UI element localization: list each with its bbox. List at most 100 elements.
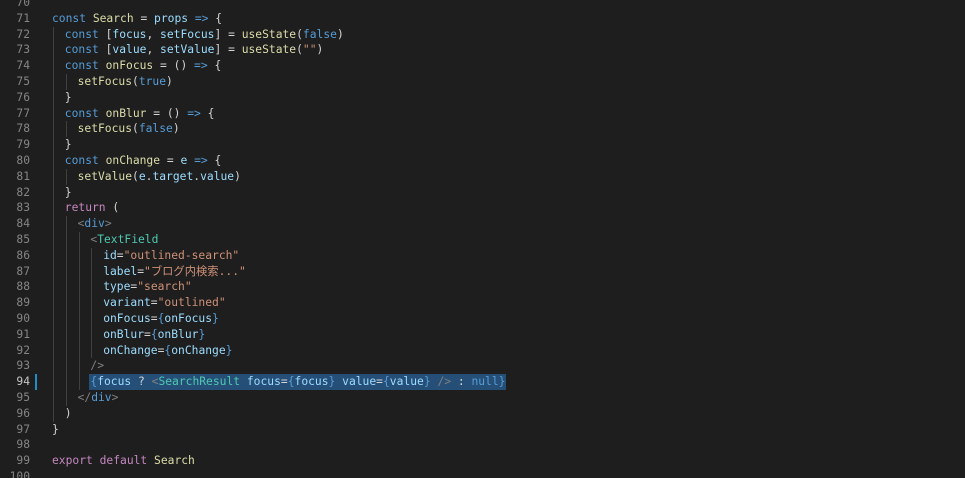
line-code: const [focus, setFocus] = useState(false… <box>65 27 344 43</box>
code-line[interactable]: 99 export default Search <box>0 453 965 469</box>
code-line[interactable]: 86 id="outlined-search" <box>0 247 965 264</box>
code-token: label <box>103 264 138 278</box>
code-line[interactable]: 79} <box>0 137 965 153</box>
code-line[interactable]: 81 setValue(e.target.value) <box>0 168 965 185</box>
code-token: "outlined-search" <box>123 248 240 262</box>
line-code: onFocus={onFocus} <box>103 311 219 327</box>
code-token: true <box>138 75 167 88</box>
code-line[interactable]: 100 <box>0 469 965 478</box>
indent-guide <box>65 326 67 343</box>
code-line[interactable]: 89 variant="outlined" <box>0 295 965 311</box>
code-token: const <box>64 43 99 57</box>
line-number: 87 <box>16 264 30 278</box>
line-code: const Search = props => { <box>52 11 222 27</box>
code-token: ) <box>336 27 344 41</box>
code-token: } <box>52 422 59 436</box>
code-token: ] = <box>214 27 242 41</box>
code-line[interactable]: 74 const onFocus = () => { <box>0 58 965 74</box>
code-token: "search" <box>137 280 192 294</box>
line-number: 72 <box>16 27 30 41</box>
indent-guide <box>78 358 80 375</box>
indent-guide <box>65 295 67 311</box>
code-token: value <box>389 375 424 389</box>
indent-guide <box>78 263 80 280</box>
indent-guide <box>78 279 80 296</box>
code-line[interactable]: 72 const [focus, setFocus] = useState(fal… <box>0 26 965 43</box>
line-number: 74 <box>16 59 30 73</box>
line-number: 76 <box>16 90 30 104</box>
code-token: props <box>154 11 189 25</box>
code-token: ) <box>64 406 72 420</box>
code-line[interactable]: 82} <box>0 184 965 201</box>
code-line[interactable]: 84 <div> <box>0 216 965 232</box>
indent-guide <box>53 326 54 343</box>
code-token: , <box>146 27 161 41</box>
code-line[interactable]: 97} <box>0 422 965 438</box>
line-number: 81 <box>16 169 30 183</box>
indent-guide <box>53 153 54 169</box>
code-line[interactable]: 93 /> <box>0 358 965 375</box>
indent-guide <box>53 168 54 185</box>
line-code: } <box>65 137 72 153</box>
indent-guide <box>53 121 54 138</box>
code-token: setFocus <box>77 75 133 88</box>
code-line[interactable]: 96) <box>0 405 965 422</box>
line-code: <div> <box>78 216 112 232</box>
code-token: { <box>382 375 390 389</box>
code-token: => <box>194 11 209 25</box>
line-number: 70 <box>16 0 30 9</box>
line-number: 75 <box>16 75 30 88</box>
line-number: 95 <box>16 391 30 404</box>
code-token: onFocus <box>105 59 154 73</box>
line-number: 80 <box>16 154 30 167</box>
code-line[interactable]: 76} <box>0 89 965 106</box>
code-line[interactable]: 91 onBlur={onBlur} <box>0 326 965 343</box>
code-token: Search <box>154 454 195 468</box>
code-line[interactable]: 94 {focus ? <SearchResult focus={focus} v… <box>0 374 965 390</box>
code-line[interactable]: 87 label="ブログ内検索..." <box>0 263 965 280</box>
code-line[interactable]: 70 <box>0 0 965 11</box>
code-token: = () <box>153 59 195 73</box>
code-token: = <box>160 154 181 167</box>
code-line[interactable]: 77 const onBlur = () => { <box>0 105 965 122</box>
code-line[interactable]: 78 setFocus(false) <box>0 121 965 138</box>
code-token: "" <box>302 43 317 57</box>
code-token: setFocus <box>160 27 215 41</box>
code-token: } <box>212 312 219 325</box>
indent-guide <box>65 279 67 296</box>
code-line[interactable]: 85 <TextField <box>0 232 965 248</box>
line-code: } <box>52 422 59 438</box>
code-token: const <box>64 27 99 41</box>
line-code: id="outlined-search" <box>103 248 239 264</box>
line-number: 92 <box>16 343 30 357</box>
code-line[interactable]: 92 onChange={onChange} <box>0 342 965 359</box>
code-line[interactable]: 88 type="search" <box>0 279 965 296</box>
code-line[interactable]: 98 <box>0 437 965 453</box>
code-line[interactable]: 90 onFocus={onFocus} <box>0 311 965 327</box>
indent-guide <box>53 374 54 390</box>
indent-guide <box>53 184 54 201</box>
code-line[interactable]: 75 setFocus(true) <box>0 74 965 90</box>
line-number: 85 <box>16 233 30 246</box>
code-line[interactable]: 71 const Search = props => { <box>0 11 965 27</box>
indent-guide <box>65 232 67 248</box>
code-line[interactable]: 83 return ( <box>0 200 965 217</box>
code-token: } <box>225 343 233 357</box>
line-number: 97 <box>16 422 30 436</box>
line-code: setFocus(true) <box>78 74 173 90</box>
code-token: const <box>52 11 87 25</box>
code-line[interactable]: 95 </div> <box>0 390 965 406</box>
indent-guide <box>53 200 54 217</box>
indent-guide <box>78 311 80 327</box>
code-editor[interactable]: 70 71 const Search = props => {72 const [fo… <box>0 0 965 478</box>
indent-guide <box>53 232 54 248</box>
line-number: 93 <box>16 359 30 373</box>
code-line[interactable]: 73 const [value, setValue] = useState("") <box>0 42 965 59</box>
code-token: /> <box>90 359 104 373</box>
code-line[interactable]: 80 const onChange = e => { <box>0 153 965 169</box>
code-token: </ <box>77 391 92 404</box>
code-token: useState <box>241 27 297 41</box>
